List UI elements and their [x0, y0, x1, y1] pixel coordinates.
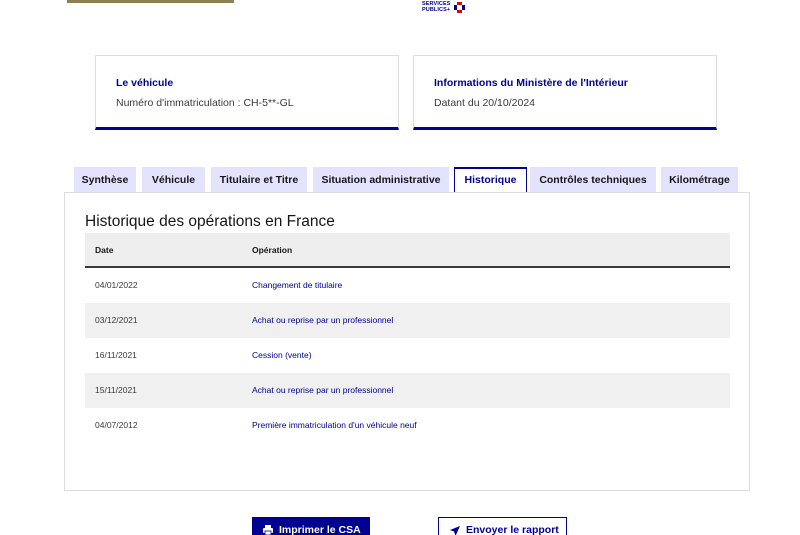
- ministry-card: Informations du Ministère de l'Intérieur…: [413, 55, 717, 130]
- vehicle-card-title: Le véhicule: [116, 77, 174, 89]
- row-operation-link[interactable]: Première immatriculation d'un véhicule n…: [252, 408, 417, 443]
- data-date: Datant du 20/10/2024: [434, 97, 536, 109]
- row-operation-link[interactable]: Cession (vente): [252, 338, 312, 373]
- send-report-button[interactable]: Envoyer le rapport: [438, 517, 567, 535]
- tab-synthese[interactable]: Synthèse: [74, 167, 136, 193]
- tab-situation-administrative[interactable]: Situation administrative: [313, 167, 449, 193]
- column-header-date: Date: [95, 245, 114, 255]
- row-date: 16/11/2021: [95, 350, 137, 360]
- history-table: Date Opération 04/01/2022 Changement de …: [85, 233, 730, 443]
- history-title: Historique des opérations en France: [85, 213, 335, 230]
- table-row: 15/11/2021 Achat ou reprise par un profe…: [85, 373, 730, 408]
- header-accent-bar: [67, 0, 234, 3]
- services-publics-plus-icon: [454, 2, 465, 13]
- tab-titulaire-titre[interactable]: Titulaire et Titre: [211, 167, 307, 193]
- row-date: 03/12/2021: [95, 315, 138, 325]
- tab-vehicule[interactable]: Véhicule: [142, 167, 205, 193]
- row-operation-link[interactable]: Changement de titulaire: [252, 268, 342, 303]
- table-row: 04/01/2022 Changement de titulaire: [85, 268, 730, 303]
- registration-number: Numéro d'immatriculation : CH-5**-GL: [116, 97, 294, 109]
- row-date: 04/07/2012: [95, 420, 138, 430]
- logo-text-line2: PUBLICS+: [422, 7, 451, 13]
- send-icon: [450, 526, 460, 535]
- ministry-card-title: Informations du Ministère de l'Intérieur: [434, 77, 628, 89]
- row-operation-link[interactable]: Achat ou reprise par un professionnel: [252, 303, 393, 338]
- row-operation-link[interactable]: Achat ou reprise par un professionnel: [252, 373, 393, 408]
- row-date: 04/01/2022: [95, 280, 138, 290]
- tab-kilometrage[interactable]: Kilométrage: [661, 167, 738, 193]
- column-header-operation: Opération: [252, 245, 293, 255]
- print-csa-label: Imprimer le CSA: [279, 524, 361, 535]
- send-report-label: Envoyer le rapport: [466, 524, 559, 535]
- table-row: 16/11/2021 Cession (vente): [85, 338, 730, 373]
- services-publics-logo[interactable]: SERVICES PUBLICS+: [422, 1, 470, 15]
- table-header: Date Opération: [85, 233, 730, 268]
- table-row: 04/07/2012 Première immatriculation d'un…: [85, 408, 730, 443]
- table-row: 03/12/2021 Achat ou reprise par un profe…: [85, 303, 730, 338]
- row-date: 15/11/2021: [95, 385, 137, 395]
- logo-text: SERVICES PUBLICS+: [422, 1, 451, 13]
- printer-icon: [263, 525, 273, 535]
- tab-historique[interactable]: Historique: [454, 167, 527, 193]
- print-csa-button[interactable]: Imprimer le CSA: [252, 517, 370, 535]
- history-panel: Historique des opérations en France Date…: [64, 192, 750, 491]
- vehicle-card: Le véhicule Numéro d'immatriculation : C…: [95, 55, 399, 130]
- tab-controles-techniques[interactable]: Contrôles techniques: [530, 167, 656, 193]
